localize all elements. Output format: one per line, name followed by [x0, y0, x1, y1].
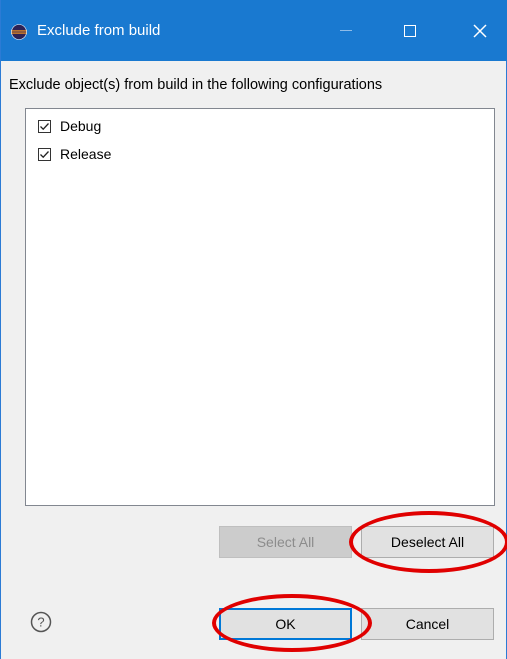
title-bar[interactable]: Exclude from build [1, 0, 507, 61]
configuration-list[interactable]: Debug Release [25, 108, 495, 506]
list-item-release[interactable]: Release [38, 143, 111, 165]
cancel-button[interactable]: Cancel [361, 608, 494, 640]
close-button[interactable] [457, 0, 503, 61]
ok-button[interactable]: OK [219, 608, 352, 640]
checkmark-icon [40, 150, 49, 158]
debug-checkbox[interactable] [38, 119, 51, 133]
minimize-button[interactable] [323, 0, 369, 61]
checkmark-icon [40, 122, 49, 130]
debug-label: Debug [60, 118, 102, 134]
release-checkbox[interactable] [38, 147, 51, 161]
eclipse-icon [11, 24, 27, 40]
minimize-icon [340, 30, 352, 31]
maximize-icon [404, 24, 416, 37]
dialog-prompt: Exclude object(s) from build in the foll… [9, 77, 383, 93]
dialog-window: Exclude from build Exclude object(s) fro… [0, 0, 507, 659]
maximize-button[interactable] [387, 0, 433, 61]
help-glyph: ? [37, 615, 44, 630]
release-label: Release [60, 146, 112, 162]
list-item-debug[interactable]: Debug [38, 115, 101, 137]
help-icon[interactable]: ? [30, 611, 52, 633]
window-title: Exclude from build [37, 22, 161, 39]
select-all-button[interactable]: Select All [219, 526, 352, 558]
deselect-all-button[interactable]: Deselect All [361, 526, 494, 558]
close-icon [473, 23, 487, 38]
